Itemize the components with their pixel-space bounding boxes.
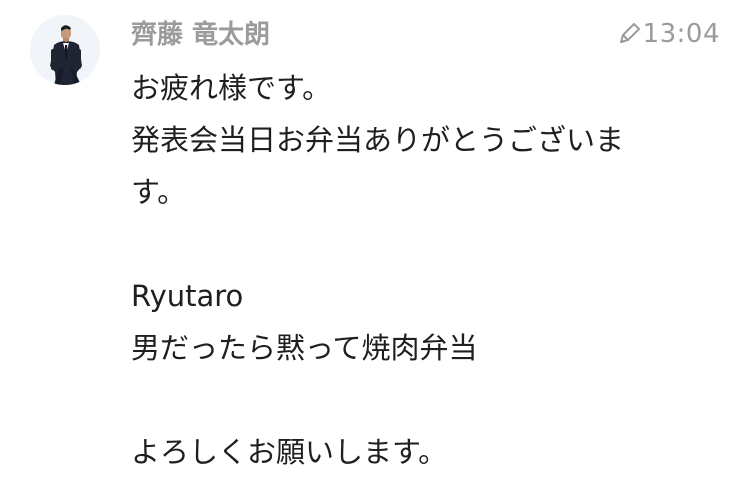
message-meta: 13:04 <box>617 18 720 50</box>
message-line: お疲れ様です。 <box>131 71 332 105</box>
chat-message: 齊藤 竜太朗 13:04 お疲れ様です。 発表会当日お弁当ありがとうございま す… <box>0 0 750 473</box>
timestamp: 13:04 <box>642 19 720 49</box>
message-line: よろしくお願いします。 <box>131 435 448 469</box>
message-line: す。 <box>131 175 187 209</box>
message-body: お疲れ様です。 発表会当日お弁当ありがとうございま す。 Ryutaro 男だっ… <box>131 62 691 478</box>
sender-name: 齊藤 竜太朗 <box>131 20 271 50</box>
message-line: Ryutaro <box>131 279 244 313</box>
avatar[interactable] <box>30 15 100 85</box>
pencil-icon <box>619 23 640 43</box>
message-line: 男だったら黙って焼肉弁当 <box>131 331 478 365</box>
avatar-image <box>30 15 100 85</box>
message-line: 発表会当日お弁当ありがとうございま <box>131 123 625 157</box>
